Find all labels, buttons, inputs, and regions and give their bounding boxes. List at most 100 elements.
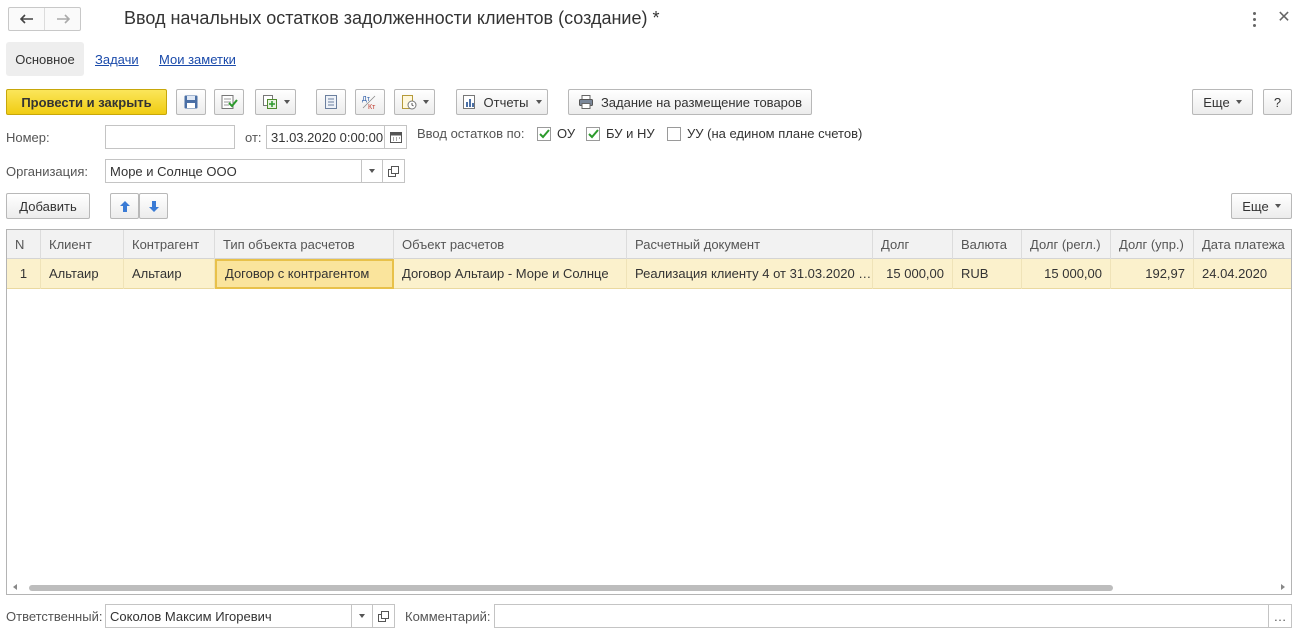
- responsible-dropdown-button[interactable]: [352, 604, 373, 628]
- responsible-field[interactable]: Соколов Максим Игоревич: [105, 604, 352, 628]
- date-label: от:: [245, 130, 262, 145]
- list-document-icon: [325, 95, 337, 109]
- column-header[interactable]: Клиент: [41, 230, 124, 259]
- payment-date-cell[interactable]: 24.04.2020: [1194, 259, 1291, 289]
- ou-checkbox[interactable]: ОУ: [537, 126, 575, 141]
- column-header[interactable]: Долг (упр.): [1111, 230, 1194, 259]
- column-header[interactable]: Долг: [873, 230, 953, 259]
- post-document-icon: [221, 95, 238, 109]
- debt-reg-cell[interactable]: 15 000,00: [1022, 259, 1111, 289]
- document-structure-button[interactable]: [316, 89, 346, 115]
- arrow-down-icon: [148, 200, 159, 212]
- move-down-button[interactable]: [139, 193, 168, 219]
- client-cell[interactable]: Альтаир: [41, 259, 124, 289]
- checkbox-unchecked-icon: [667, 126, 681, 141]
- save-button[interactable]: [176, 89, 206, 115]
- dt-kt-button[interactable]: Дт Кт: [355, 89, 385, 115]
- comment-label: Комментарий:: [405, 609, 491, 624]
- column-header[interactable]: Валюта: [953, 230, 1022, 259]
- column-header[interactable]: N: [7, 230, 41, 259]
- create-based-on-button[interactable]: [255, 89, 296, 115]
- currency-cell[interactable]: RUB: [953, 259, 1022, 289]
- document-clip-icon: [401, 95, 416, 110]
- printer-icon: [578, 95, 593, 109]
- reports-label: Отчеты: [483, 94, 529, 110]
- settlement-document-cell[interactable]: Реализация клиенту 4 от 31.03.2020 0:00:…: [627, 259, 873, 289]
- chevron-down-icon: [536, 100, 543, 104]
- checkbox-checked-icon: [586, 126, 600, 141]
- scroll-left-icon[interactable]: [13, 584, 17, 590]
- post-and-close-button[interactable]: Провести и закрыть: [6, 89, 167, 115]
- uu-checkbox[interactable]: УУ (на едином плане счетов): [667, 126, 862, 141]
- placement-task-label: Задание на размещение товаров: [600, 94, 803, 110]
- counterparty-cell[interactable]: Альтаир: [124, 259, 215, 289]
- ellipsis-icon: …: [1273, 608, 1287, 624]
- table-row[interactable]: 1 Альтаир Альтаир Договор с контрагентом…: [7, 259, 1291, 289]
- debt-cell[interactable]: 15 000,00: [873, 259, 953, 289]
- settlement-object-cell[interactable]: Договор Альтаир - Море и Солнце: [394, 259, 627, 289]
- chevron-down-icon: [1274, 204, 1281, 208]
- tab-notes[interactable]: Мои заметки: [159, 52, 236, 67]
- more-label: Еще: [1203, 94, 1230, 110]
- scrollbar-thumb[interactable]: [29, 585, 1113, 591]
- close-icon[interactable]: ✕: [1276, 8, 1292, 28]
- date-field[interactable]: 31.03.2020 0:00:00: [266, 125, 385, 149]
- organization-field[interactable]: Море и Солнце ООО: [105, 159, 362, 183]
- more-actions-icon[interactable]: [1247, 10, 1261, 28]
- forward-button[interactable]: [44, 8, 80, 30]
- scroll-right-icon[interactable]: [1281, 584, 1285, 590]
- column-header[interactable]: Тип объекта расчетов: [215, 230, 394, 259]
- arrow-right-icon: [56, 14, 70, 24]
- create-based-icon: [262, 95, 277, 109]
- organization-dropdown-button[interactable]: [362, 159, 383, 183]
- checkbox-checked-icon: [537, 126, 551, 141]
- move-up-button[interactable]: [110, 193, 139, 219]
- column-header[interactable]: Контрагент: [124, 230, 215, 259]
- tab-main[interactable]: Основное: [6, 42, 84, 76]
- column-header[interactable]: Долг (регл.): [1022, 230, 1111, 259]
- post-button[interactable]: [214, 89, 244, 115]
- comment-expand-button[interactable]: …: [1269, 604, 1292, 628]
- reports-icon: [462, 95, 475, 109]
- table-header: N Клиент Контрагент Тип объекта расчетов…: [7, 230, 1291, 259]
- chevron-down-icon: [369, 169, 375, 173]
- window-title: Ввод начальных остатков задолженности кл…: [124, 8, 660, 28]
- bu-nu-checkbox[interactable]: БУ и НУ: [586, 126, 655, 141]
- back-button[interactable]: [9, 8, 44, 30]
- number-label: Номер:: [6, 130, 50, 145]
- tab-tasks[interactable]: Задачи: [95, 52, 139, 67]
- arrow-left-icon: [19, 14, 33, 24]
- attached-files-button[interactable]: [394, 89, 435, 115]
- horizontal-scrollbar[interactable]: [7, 580, 1291, 594]
- column-header[interactable]: Расчетный документ: [627, 230, 873, 259]
- table-more-label: Еще: [1242, 198, 1269, 214]
- chevron-down-icon: [1235, 100, 1242, 104]
- floppy-disk-icon: [184, 95, 198, 109]
- add-row-button[interactable]: Добавить: [6, 193, 90, 219]
- help-button[interactable]: ?: [1263, 89, 1292, 115]
- row-number: 1: [7, 259, 41, 289]
- chevron-down-icon: [359, 614, 365, 618]
- object-type-cell[interactable]: Договор с контрагентом: [215, 259, 394, 289]
- debts-table[interactable]: N Клиент Контрагент Тип объекта расчетов…: [6, 229, 1292, 595]
- more-button[interactable]: Еще: [1192, 89, 1253, 115]
- number-field[interactable]: [105, 125, 235, 149]
- reports-button[interactable]: Отчеты: [456, 89, 548, 115]
- placement-task-button[interactable]: Задание на размещение товаров: [568, 89, 812, 115]
- organization-open-button[interactable]: [383, 159, 405, 183]
- column-header[interactable]: Дата платежа: [1194, 230, 1291, 259]
- bu-nu-label: БУ и НУ: [606, 126, 655, 141]
- svg-text:Кт: Кт: [368, 104, 376, 110]
- uu-label: УУ (на едином плане счетов): [687, 126, 863, 141]
- balances-by-label: Ввод остатков по:: [417, 126, 525, 141]
- chevron-down-icon: [283, 100, 290, 104]
- table-more-button[interactable]: Еще: [1231, 193, 1292, 219]
- open-window-icon: [388, 165, 399, 177]
- calendar-icon: [389, 132, 402, 143]
- calendar-button[interactable]: [385, 125, 407, 149]
- column-header[interactable]: Объект расчетов: [394, 230, 627, 259]
- debt-mgmt-cell[interactable]: 192,97: [1111, 259, 1194, 289]
- ou-label: ОУ: [557, 126, 576, 141]
- comment-field[interactable]: [494, 604, 1269, 628]
- responsible-open-button[interactable]: [373, 604, 395, 628]
